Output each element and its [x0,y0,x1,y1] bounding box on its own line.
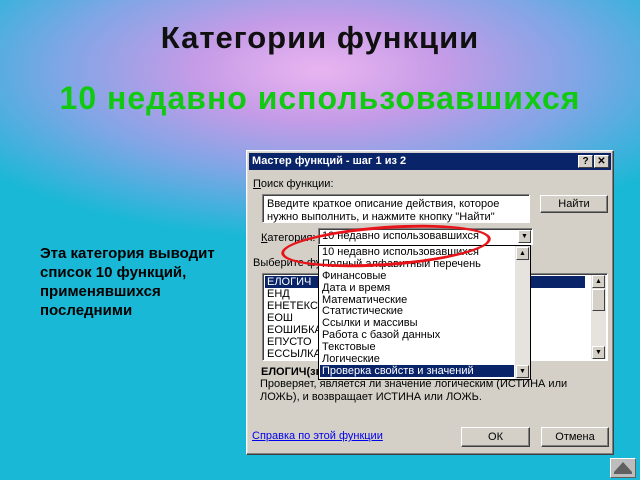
slide-subtitle: 10 недавно использовавшихся [59,80,581,116]
category-option[interactable]: Текстовые [320,341,514,353]
dialog-title: Мастер функций - шаг 1 из 2 [252,155,407,167]
dialog-titlebar: Мастер функций - шаг 1 из 2 ? ✕ [249,153,611,170]
help-button[interactable]: ? [578,155,593,168]
search-input[interactable]: Введите краткое описание действия, котор… [262,194,530,223]
dropdown-scrollbar[interactable]: ▲ ▼ [515,246,530,379]
search-label: Поиск функции: [253,178,334,190]
category-option[interactable]: Математические [320,294,514,306]
category-option[interactable]: Ссылки и массивы [320,317,514,329]
cancel-button[interactable]: Отмена [541,427,609,447]
function-list-scrollbar[interactable]: ▲ ▼ [591,275,606,359]
scroll-down-icon[interactable]: ▼ [592,346,605,359]
close-button[interactable]: ✕ [594,155,609,168]
category-option[interactable]: Логические [320,353,514,365]
category-option[interactable]: Статистические [320,305,514,318]
home-triangle-icon [614,462,632,474]
function-description: Проверяет, является ли значение логическ… [260,378,568,403]
ok-button[interactable]: ОК [461,427,530,447]
slide-title: Категории функции [160,20,480,55]
category-option[interactable]: Финансовые [320,270,514,282]
home-nav-button[interactable] [610,458,636,478]
category-option[interactable]: Проверка свойств и значений [320,364,514,377]
dropdown-scroll-down-icon[interactable]: ▼ [516,365,529,378]
chevron-down-icon[interactable]: ▼ [518,230,531,243]
search-input-text: Введите краткое описание действия, котор… [267,198,500,223]
scroll-thumb[interactable] [592,289,605,311]
scroll-up-icon[interactable]: ▲ [592,275,605,288]
find-button[interactable]: Найти [540,195,608,213]
dropdown-scroll-up-icon[interactable]: ▲ [516,247,529,260]
function-help-link[interactable]: Справка по этой функции [252,430,383,442]
category-option[interactable]: Работа с базой данных [320,329,514,341]
category-option[interactable]: Дата и время [320,282,514,294]
slide-note: Эта категория выводит список 10 функций,… [40,245,215,319]
